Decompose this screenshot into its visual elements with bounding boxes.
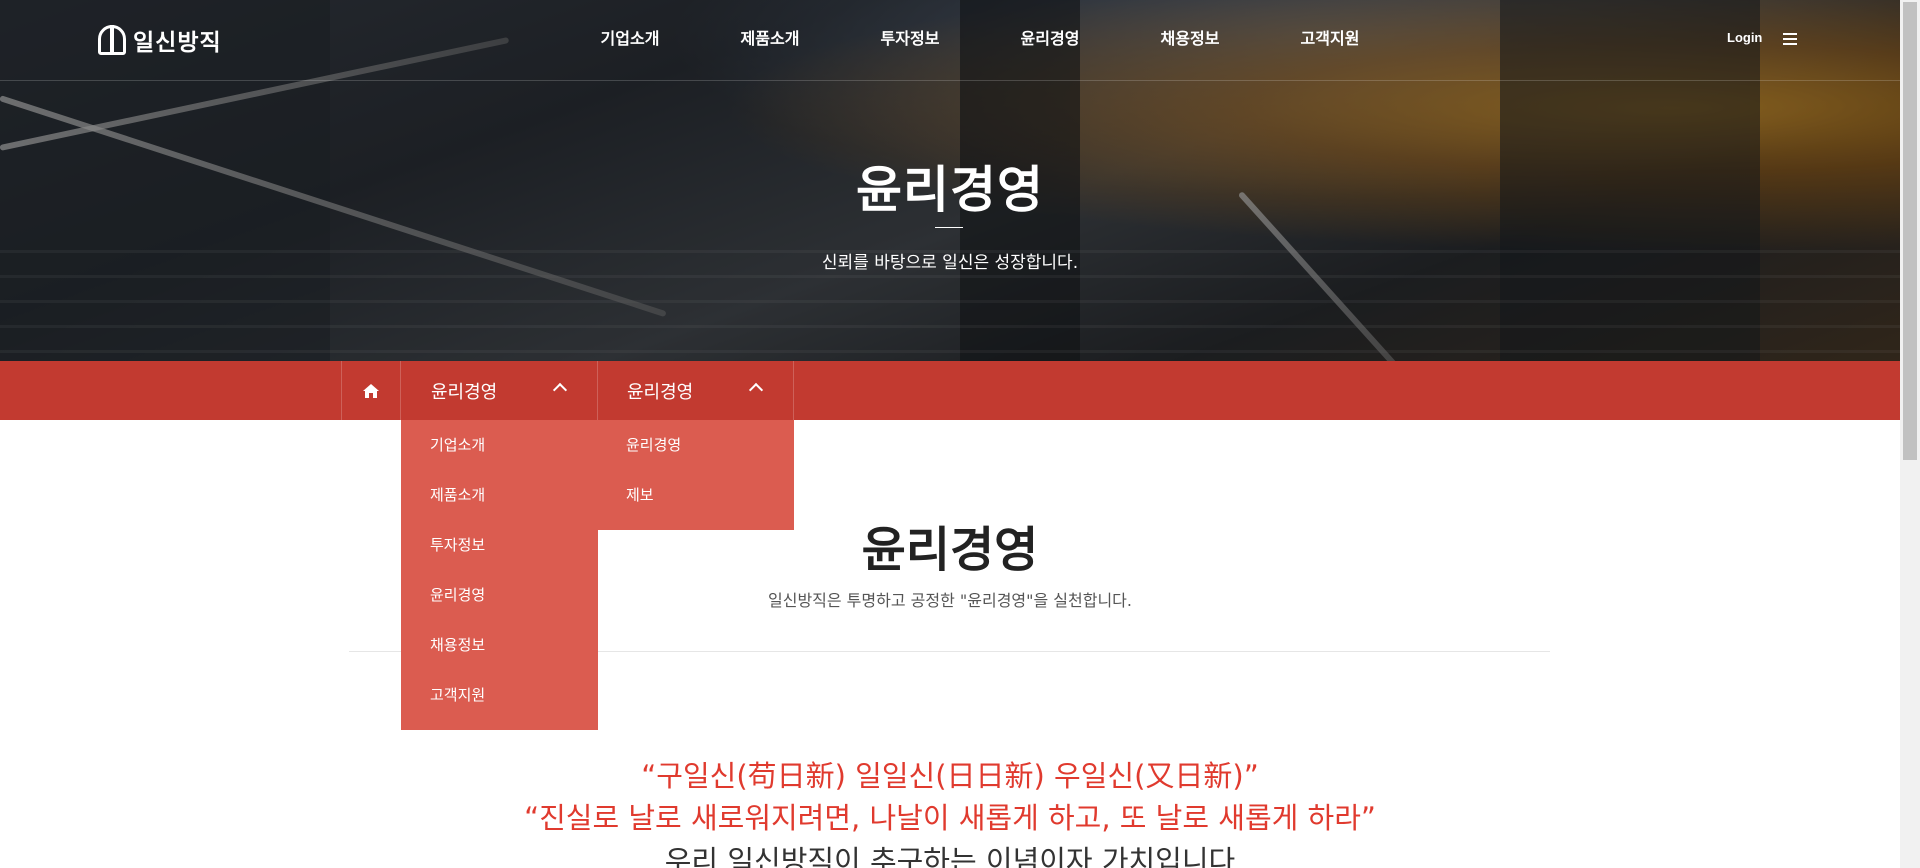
nav-item-support[interactable]: 고객지원 bbox=[1260, 0, 1400, 80]
hero-title: 윤리경영 bbox=[856, 161, 1044, 219]
dropdown-item-support[interactable]: 고객지원 bbox=[401, 675, 598, 725]
subnav-dropdown-page[interactable]: 윤리경영 bbox=[597, 361, 794, 420]
login-link[interactable]: Login bbox=[1727, 30, 1762, 45]
category-dropdown-menu: 기업소개 제품소개 투자정보 윤리경영 채용정보 고객지원 bbox=[401, 420, 598, 730]
dropdown-item-ethics[interactable]: 윤리경영 bbox=[401, 575, 598, 625]
dropdown-item-investment[interactable]: 투자정보 bbox=[401, 525, 598, 575]
page-title: 윤리경영 bbox=[861, 522, 1039, 578]
main-menu: 기업소개 제품소개 투자정보 윤리경영 채용정보 고객지원 bbox=[560, 0, 1400, 80]
subnav-dropdown-label: 윤리경영 bbox=[431, 382, 498, 403]
dropdown-item-products[interactable]: 제품소개 bbox=[401, 475, 598, 525]
quote-line-3: 우리 일신방직이 추구하는 이념이자 가치입니다 bbox=[664, 844, 1236, 868]
page-dropdown-menu: 윤리경영 제보 bbox=[597, 420, 794, 530]
nav-item-ethics[interactable]: 윤리경영 bbox=[980, 0, 1120, 80]
chevron-up-icon bbox=[552, 382, 568, 398]
top-navigation: 일신방직 기업소개 제품소개 투자정보 윤리경영 채용정보 고객지원 Login bbox=[0, 0, 1900, 81]
chevron-up-icon bbox=[748, 382, 764, 398]
home-icon bbox=[363, 383, 379, 398]
hamburger-menu-icon[interactable] bbox=[1783, 33, 1797, 45]
hero-divider bbox=[935, 227, 963, 228]
hero-subtitle: 신뢰를 바탕으로 일신은 성장합니다. bbox=[821, 253, 1079, 273]
subnav-dropdown-category[interactable]: 윤리경영 bbox=[401, 361, 598, 420]
logo-text: 일신방직 bbox=[133, 30, 222, 56]
dropdown-item-report[interactable]: 제보 bbox=[597, 475, 794, 525]
home-button[interactable] bbox=[341, 361, 401, 420]
dropdown-item-ethics-management[interactable]: 윤리경영 bbox=[597, 425, 794, 475]
quote-line-1: “구일신(苟日新) 일일신(日日新) 우일신(又日新)” bbox=[641, 759, 1259, 793]
nav-item-careers[interactable]: 채용정보 bbox=[1120, 0, 1260, 80]
sub-navigation: 윤리경영 윤리경영 bbox=[0, 361, 1900, 420]
company-logo[interactable]: 일신방직 bbox=[98, 25, 222, 56]
page-scrollbar[interactable] bbox=[1900, 0, 1920, 868]
nav-item-products[interactable]: 제품소개 bbox=[700, 0, 840, 80]
dropdown-item-company[interactable]: 기업소개 bbox=[401, 425, 598, 475]
dropdown-item-careers[interactable]: 채용정보 bbox=[401, 625, 598, 675]
logo-mark-icon bbox=[98, 25, 126, 55]
nav-item-investment[interactable]: 투자정보 bbox=[840, 0, 980, 80]
subnav-dropdown-label: 윤리경영 bbox=[627, 382, 694, 403]
nav-item-company[interactable]: 기업소개 bbox=[560, 0, 700, 80]
page-subtitle: 일신방직은 투명하고 공정한 "윤리경영"을 실천합니다. bbox=[768, 591, 1132, 610]
quote-line-2: “진실로 날로 새로워지려면, 나날이 새롭게 하고, 또 날로 새롭게 하라” bbox=[524, 801, 1376, 835]
scrollbar-thumb[interactable] bbox=[1903, 2, 1917, 460]
